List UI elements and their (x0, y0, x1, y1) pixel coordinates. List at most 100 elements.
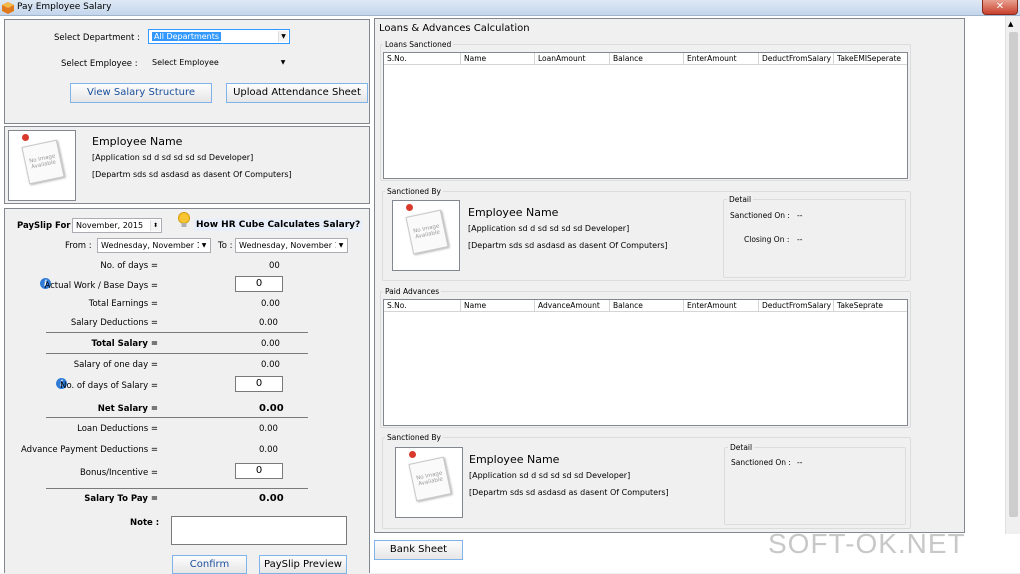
col-header[interactable]: Name (461, 53, 535, 65)
department-select[interactable]: All Departments ▼ (148, 29, 290, 44)
salary-deductions-value: 0.00 (259, 318, 278, 328)
employee-name: Employee Name (92, 135, 183, 148)
detail-title: Detail (728, 443, 755, 452)
no-image-note: No Image Available (405, 209, 449, 255)
employee-label: Select Employee : (61, 59, 138, 69)
net-salary-value: 0.00 (259, 403, 284, 414)
to-label: To : (218, 241, 233, 251)
title-bar: Pay Employee Salary ✕ (0, 0, 1020, 16)
sanctioner-department: [Departm sds sd asdasd as dasent Of Comp… (468, 241, 668, 250)
detail-group-2: Detail Sanctioned On : -- (724, 443, 906, 525)
no-image-note: No Image Available (21, 139, 65, 185)
col-header[interactable]: S.No. (384, 300, 461, 312)
loans-sanctioned-group: Loans Sanctioned S.No. Name LoanAmount B… (380, 40, 911, 181)
col-header[interactable]: TakeSeprate (834, 300, 907, 312)
loans-panel-title: Loans & Advances Calculation (379, 23, 530, 34)
bonus-label: Bonus/Incentive = (79, 468, 158, 478)
confirm-button[interactable]: Confirm (172, 555, 247, 574)
sanctioned-on-label: Sanctioned On : (731, 458, 791, 467)
sanctioner-photo: No Image Available (395, 447, 463, 518)
sanctioned-by-title: Sanctioned By (385, 187, 443, 196)
divider (46, 488, 308, 489)
payslip-panel: PaySlip For : November, 2015 ⬍ How HR Cu… (4, 208, 370, 574)
col-header[interactable]: Balance (610, 53, 684, 65)
upload-attendance-button[interactable]: Upload Attendance Sheet (226, 83, 368, 103)
close-button[interactable]: ✕ (982, 0, 1018, 15)
salary-to-pay-value: 0.00 (259, 493, 284, 504)
to-date-picker[interactable]: Wednesday, November 18 ▼ (235, 238, 348, 253)
view-salary-structure-button[interactable]: View Salary Structure (70, 83, 212, 103)
watermark: SOFT-OK.NET (768, 528, 966, 559)
sanctioner-photo: No Image Available (392, 200, 460, 271)
chevron-down-icon: ▼ (278, 31, 288, 42)
divider (46, 332, 308, 333)
actual-work-input[interactable]: 0 (235, 276, 283, 292)
sanctioner-department: [Departm sds sd asdasd as dasent Of Comp… (469, 488, 669, 497)
col-header[interactable]: LoanAmount (535, 53, 610, 65)
total-salary-value: 0.00 (261, 339, 280, 349)
payslip-month-value: November, 2015 (76, 221, 144, 230)
paid-advances-group: Paid Advances S.No. Name AdvanceAmount B… (380, 287, 911, 428)
from-date-picker[interactable]: Wednesday, November 18 ▼ (97, 238, 211, 253)
col-header[interactable]: EnterAmount (684, 300, 759, 312)
employee-value: Select Employee (152, 58, 219, 67)
window-title: Pay Employee Salary (17, 2, 112, 12)
total-earnings-label: Total Earnings = (88, 299, 158, 309)
lightbulb-icon (178, 212, 190, 227)
advance-deductions-label: Advance Payment Deductions = (21, 445, 158, 455)
note-textarea[interactable] (171, 516, 347, 545)
vertical-scrollbar[interactable]: ▲ (1005, 16, 1020, 534)
divider (46, 353, 308, 354)
to-date-value: Wednesday, November 18 (239, 241, 345, 250)
chevron-down-icon: ▼ (336, 240, 346, 251)
col-header[interactable]: S.No. (384, 53, 461, 65)
salary-to-pay-label: Salary To Pay = (84, 494, 158, 504)
sanctioner-name: Employee Name (469, 453, 560, 466)
actual-work-label: Actual Work / Base Days = (44, 281, 158, 291)
net-salary-label: Net Salary = (97, 404, 158, 414)
col-header[interactable]: DeductFromSalary (759, 300, 834, 312)
no-of-days-label: No. of days = (100, 261, 158, 271)
payslip-month-picker[interactable]: November, 2015 ⬍ (72, 218, 162, 233)
salary-deductions-label: Salary Deductions = (70, 318, 158, 328)
no-days-salary-input[interactable]: 0 (235, 376, 283, 392)
department-value: All Departments (152, 32, 222, 41)
how-calc-link[interactable]: How HR Cube Calculates Salary? (194, 219, 363, 231)
scrollbar-thumb[interactable] (1009, 32, 1018, 517)
col-header[interactable]: Balance (610, 300, 684, 312)
no-days-salary-label: No. of days of Salary = (60, 381, 158, 391)
scroll-up-icon[interactable]: ▲ (1008, 20, 1013, 28)
divider (46, 417, 308, 418)
col-header[interactable]: EnterAmount (684, 53, 759, 65)
employee-department: [Departm sds sd asdasd as dasent Of Comp… (92, 170, 292, 179)
closing-on-label: Closing On : (744, 235, 790, 244)
col-header[interactable]: AdvanceAmount (535, 300, 610, 312)
advance-deductions-value: 0.00 (259, 445, 278, 455)
payslip-preview-button[interactable]: PaySlip Preview (259, 555, 347, 574)
employee-card: No Image Available Employee Name [Applic… (4, 126, 370, 204)
employee-photo: No Image Available (8, 130, 76, 201)
loan-deductions-value: 0.00 (259, 424, 278, 434)
loans-grid[interactable]: S.No. Name LoanAmount Balance EnterAmoun… (383, 52, 908, 179)
bank-sheet-button[interactable]: Bank Sheet (374, 540, 463, 560)
closing-on-value: -- (797, 235, 803, 244)
loans-grid-header: S.No. Name LoanAmount Balance EnterAmoun… (384, 53, 907, 65)
col-header[interactable]: DeductFromSalary (759, 53, 834, 65)
sanctioned-by-title: Sanctioned By (385, 433, 443, 442)
col-header[interactable]: TakeEMISeperate (834, 53, 907, 65)
salary-one-day-label: Salary of one day = (73, 360, 158, 370)
spinner-icon: ⬍ (150, 220, 160, 231)
bonus-input[interactable]: 0 (235, 463, 283, 479)
advances-grid[interactable]: S.No. Name AdvanceAmount Balance EnterAm… (383, 299, 908, 426)
filter-panel: Select Department : All Departments ▼ Se… (4, 19, 370, 124)
no-of-days-value: 00 (269, 261, 280, 271)
sanctioned-by-group-2: Sanctioned By No Image Available Employe… (382, 433, 911, 529)
advances-grid-header: S.No. Name AdvanceAmount Balance EnterAm… (384, 300, 907, 312)
col-header[interactable]: Name (461, 300, 535, 312)
sanctioned-on-label: Sanctioned On : (730, 211, 790, 220)
sanctioner-application: [Application sd d sd sd sd sd Developer] (469, 471, 631, 480)
loans-advances-panel: Loans & Advances Calculation Loans Sanct… (374, 18, 965, 533)
chevron-down-icon: ▼ (199, 240, 209, 251)
employee-select[interactable]: Select Employee ▼ (148, 55, 290, 70)
salary-one-day-value: 0.00 (261, 360, 280, 370)
